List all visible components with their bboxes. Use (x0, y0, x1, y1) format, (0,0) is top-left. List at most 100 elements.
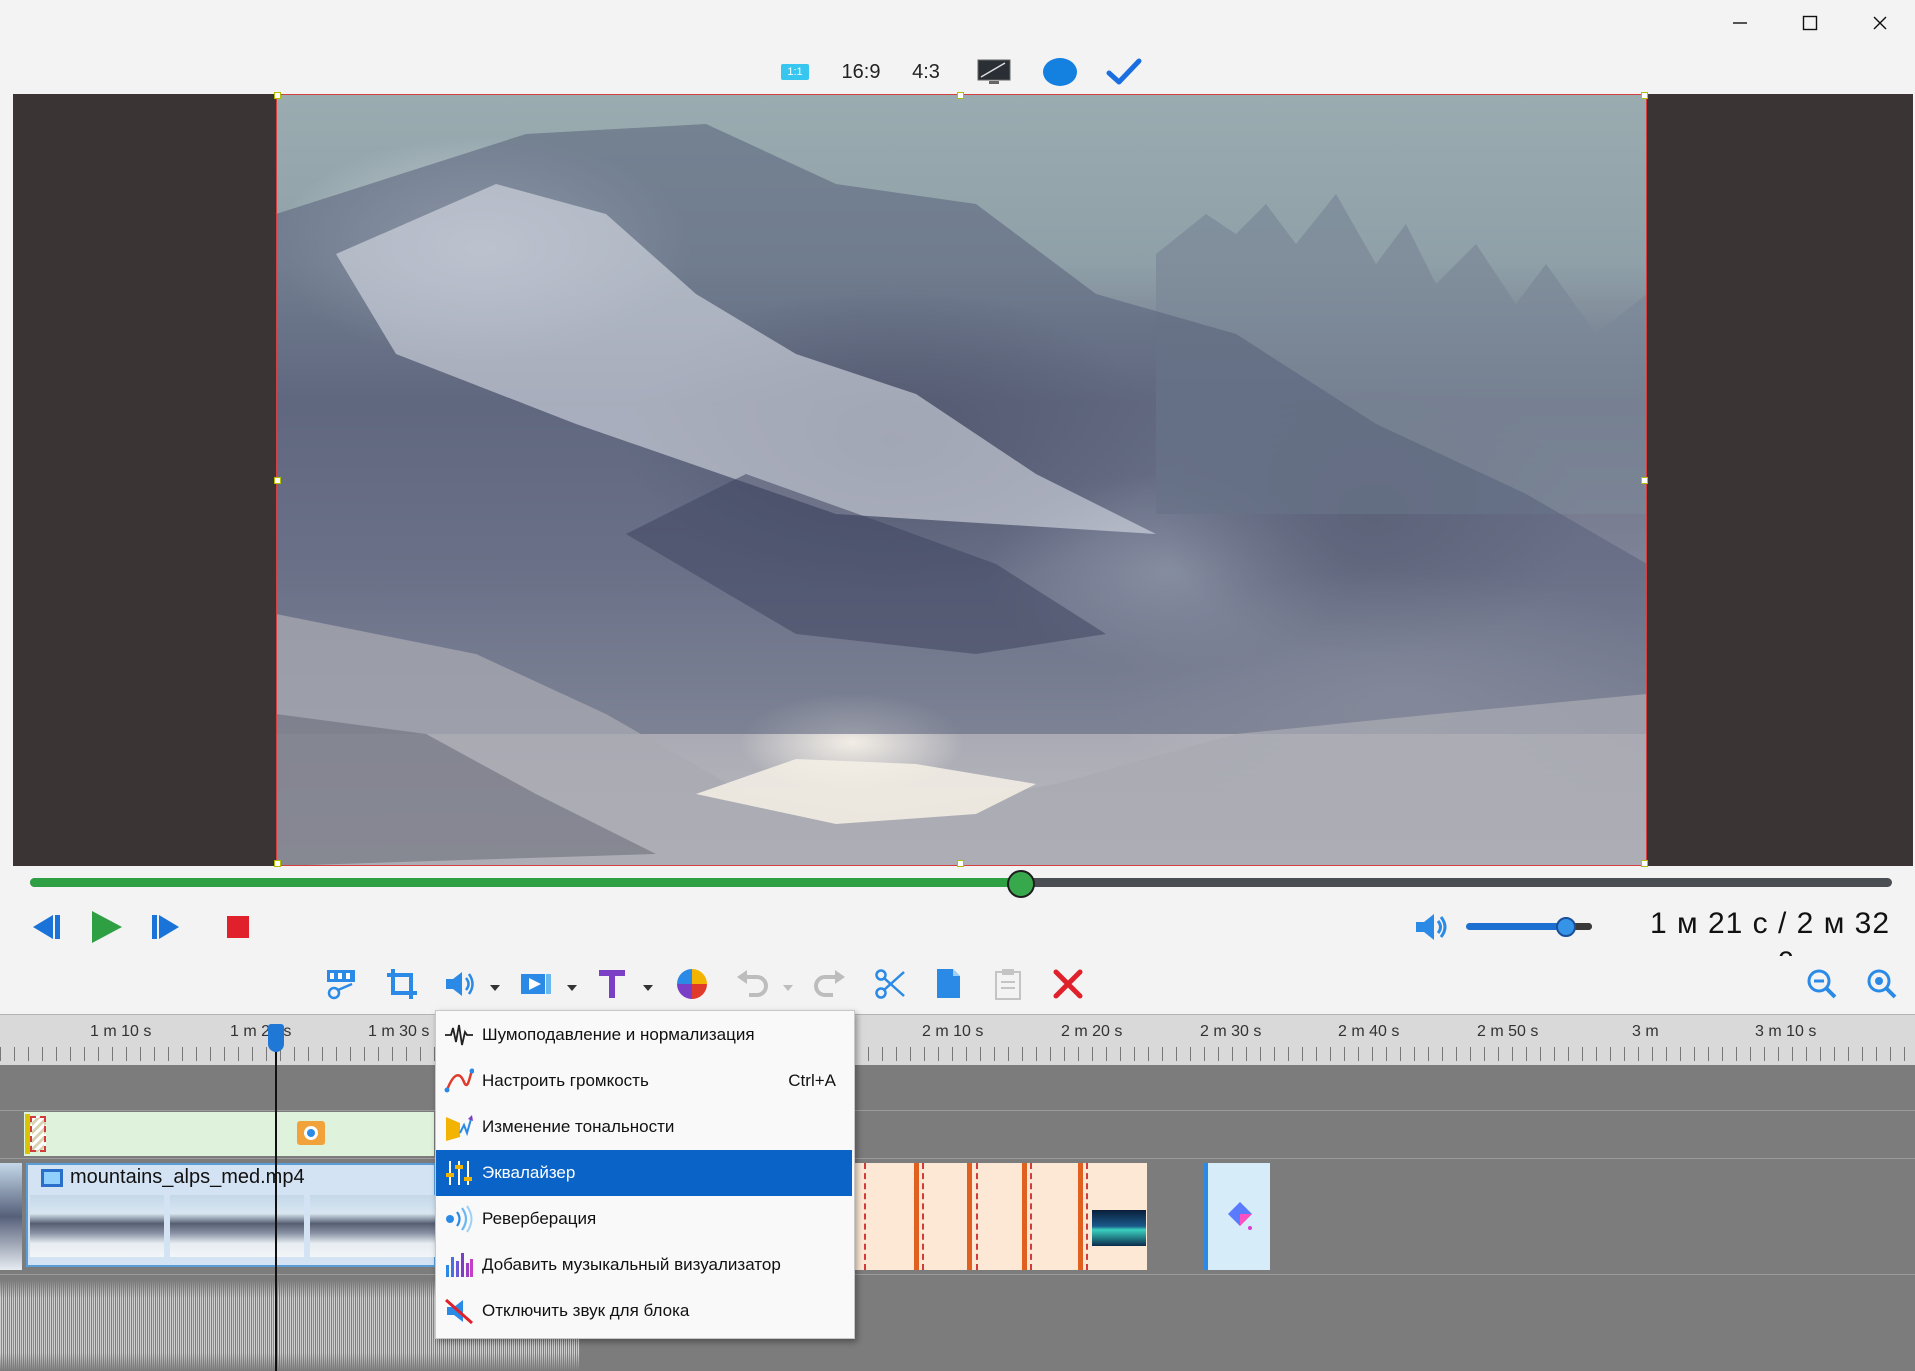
stop-button[interactable] (214, 905, 262, 949)
paste-icon (995, 969, 1021, 1000)
previous-clip[interactable] (0, 1163, 22, 1270)
undo-menu-caret[interactable] (782, 980, 794, 991)
menu-item-label: Добавить музыкальный визуализатор (482, 1255, 781, 1274)
menu-item-pitch[interactable]: Изменение тональности (436, 1104, 852, 1150)
scissors-icon (875, 969, 905, 999)
aspect-16-9-button[interactable]: 16:9 (836, 54, 886, 90)
text-icon (599, 970, 625, 998)
crop-handle-bottom-right[interactable] (1641, 860, 1648, 867)
menu-item-equalizer[interactable]: Эквалайзер (436, 1150, 852, 1196)
aspect-1-1-button[interactable]: 1:1 (776, 54, 814, 90)
zoom-out-icon (1807, 969, 1837, 999)
menu-item-label: Реверберация (482, 1209, 597, 1228)
ruler-label: 3 m 10 s (1755, 1023, 1817, 1040)
undo-button[interactable] (730, 962, 774, 1006)
ruler-label: 2 m 50 s (1477, 1023, 1539, 1040)
cut-button[interactable] (868, 962, 912, 1006)
menu-item-mute-block[interactable]: Отключить звук для блока (436, 1288, 852, 1334)
speaker-icon (1416, 914, 1447, 940)
crop-handle-top-left[interactable] (274, 92, 281, 99)
text-menu-caret[interactable] (642, 980, 654, 991)
copy-button[interactable] (926, 962, 970, 1006)
step-back-icon (33, 915, 60, 939)
undo-icon (737, 970, 768, 997)
crop-button[interactable] (380, 962, 424, 1006)
color-wheel-icon (677, 969, 707, 999)
menu-item-label: Эквалайзер (482, 1163, 576, 1182)
monitor-icon (977, 59, 1011, 84)
magic-cut-icon (327, 970, 355, 1000)
close-button[interactable] (1846, 0, 1914, 46)
delete-button[interactable] (1046, 962, 1090, 1006)
crop-handle-bottom[interactable] (957, 860, 964, 867)
video-file-icon (40, 1168, 64, 1188)
mountain-scene (276, 124, 1647, 866)
minimize-button[interactable] (1706, 0, 1774, 46)
menu-item-noise-reduction[interactable]: Шумоподавление и нормализация (436, 1012, 852, 1058)
menu-item-label: Отключить звук для блока (482, 1301, 690, 1320)
transition-marker[interactable] (1030, 1163, 1032, 1270)
effect-track-clip[interactable] (24, 1112, 434, 1156)
circle-shape-button[interactable] (1040, 54, 1080, 90)
menu-item-adjust-volume[interactable]: Настроить громкость Ctrl+A (436, 1058, 852, 1104)
transition-button[interactable] (514, 962, 558, 1006)
clip-thumbnail (170, 1195, 304, 1257)
transition-marker[interactable] (864, 1163, 866, 1270)
zoom-out-button[interactable] (1800, 962, 1844, 1006)
mute-icon (442, 1294, 476, 1328)
playhead-handle[interactable] (268, 1024, 284, 1052)
video-frame (276, 94, 1647, 866)
crop-handle-left[interactable] (274, 477, 281, 484)
ruler-label: 1 m 10 s (90, 1023, 152, 1040)
crop-handle-top[interactable] (957, 92, 964, 99)
fit-screen-button[interactable] (974, 54, 1014, 90)
maximize-button[interactable] (1776, 0, 1844, 46)
clip-boundary (1022, 1163, 1027, 1270)
transition-menu-caret[interactable] (566, 980, 578, 991)
image-effect-icon[interactable] (296, 1120, 326, 1146)
seek-handle[interactable] (1007, 870, 1035, 898)
chevron-down-icon (643, 985, 653, 991)
clip-boundary (1078, 1163, 1083, 1270)
text-button[interactable] (590, 962, 634, 1006)
volume-handle[interactable] (1556, 917, 1576, 937)
menu-item-label: Шумоподавление и нормализация (482, 1025, 755, 1044)
chevron-down-icon (567, 985, 577, 991)
crop-handle-top-right[interactable] (1641, 92, 1648, 99)
circle-icon (1043, 58, 1077, 86)
ruler-label: 3 m (1632, 1023, 1659, 1040)
previous-frame-button[interactable] (22, 905, 70, 949)
audio-menu-caret[interactable] (489, 980, 501, 991)
seek-progress (30, 878, 1021, 887)
shape-clip-edge (1204, 1163, 1208, 1270)
visualizer-icon (442, 1248, 476, 1282)
menu-item-music-visualizer[interactable]: Добавить музыкальный визуализатор (436, 1242, 852, 1288)
ruler-label: 2 m 30 s (1200, 1023, 1262, 1040)
chevron-down-icon (490, 985, 500, 991)
volume-button[interactable] (1408, 905, 1456, 949)
menu-item-reverb[interactable]: Реверберация (436, 1196, 852, 1242)
next-frame-button[interactable] (142, 905, 190, 949)
audio-menu-button[interactable] (438, 962, 482, 1006)
play-button[interactable] (82, 905, 130, 949)
split-effect-button[interactable] (320, 962, 364, 1006)
aspect-4-3-button[interactable]: 4:3 (906, 54, 946, 90)
paste-button[interactable] (986, 962, 1030, 1006)
close-icon (1873, 16, 1887, 30)
color-correction-button[interactable] (670, 962, 714, 1006)
crop-handle-right[interactable] (1641, 477, 1648, 484)
redo-button[interactable] (808, 962, 852, 1006)
transition-marker[interactable] (1086, 1163, 1088, 1270)
transition-marker[interactable] (30, 1116, 46, 1152)
chevron-down-icon (783, 985, 793, 991)
transition-marker[interactable] (976, 1163, 978, 1270)
reverb-icon (442, 1202, 476, 1236)
ruler-label: 1 m 30 s (368, 1023, 430, 1040)
ruler-label: 2 m 40 s (1338, 1023, 1400, 1040)
crop-handle-bottom-left[interactable] (274, 860, 281, 867)
apply-button[interactable] (1104, 54, 1144, 90)
maximize-icon (1802, 15, 1818, 31)
transition-marker[interactable] (922, 1163, 924, 1270)
current-time: 1 м 21 с (1650, 907, 1769, 940)
zoom-in-button[interactable] (1860, 962, 1904, 1006)
